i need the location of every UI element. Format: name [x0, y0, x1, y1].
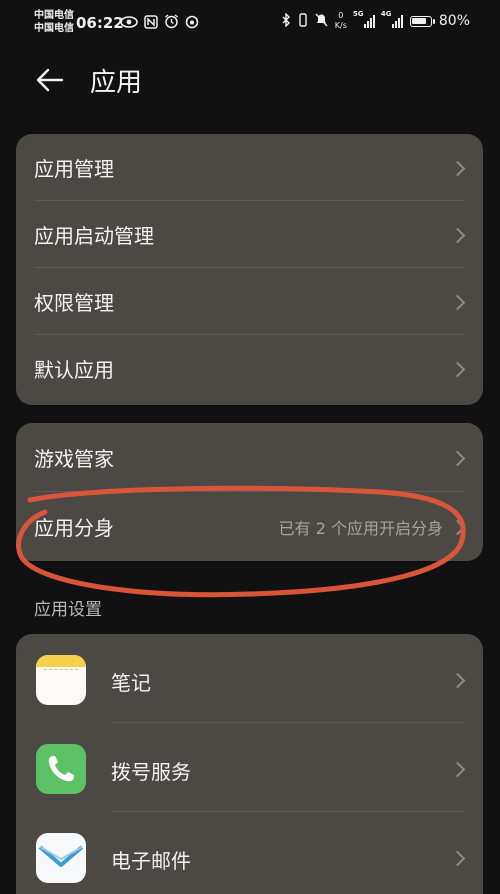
game-and-twin-card: 游戏管家 应用分身 已有 2 个应用开启分身 [16, 423, 483, 561]
app-item-label: 笔记 [111, 671, 151, 695]
clock: 06:22 [76, 14, 124, 32]
menu-item-app-management[interactable]: 应用管理 [16, 134, 483, 201]
battery-percent: 80% [438, 13, 470, 29]
carrier-1: 中国电信 [34, 10, 74, 21]
carrier-info: 中国电信 中国电信 [34, 9, 74, 35]
menu-item-label: 应用管理 [34, 157, 114, 181]
notes-app-icon [36, 655, 86, 705]
menu-item-label: 应用启动管理 [34, 224, 154, 248]
app-management-card: 应用管理 应用启动管理 权限管理 默认应用 [16, 134, 483, 405]
network-speed-unit: K/s [334, 21, 347, 30]
app-item-notes[interactable]: 笔记 [16, 634, 483, 723]
chevron-right-icon [449, 227, 466, 243]
phone-app-icon [36, 744, 86, 794]
signal-4g-label: 4G [380, 10, 392, 18]
app-item-email[interactable]: 电子邮件 [16, 812, 483, 894]
music-app-icon [185, 15, 199, 33]
chevron-right-icon [449, 519, 466, 535]
signal-5g-icon: 5G [353, 10, 375, 28]
app-item-label: 电子邮件 [111, 849, 191, 873]
eye-icon [120, 15, 138, 32]
chevron-right-icon [449, 450, 466, 466]
page-title: 应用 [90, 68, 143, 98]
menu-item-label: 游戏管家 [34, 447, 114, 471]
app-twin-status: 已有 2 个应用开启分身 [278, 518, 443, 538]
notification-icons [120, 14, 199, 33]
status-bar: 中国电信 中国电信 06:22 0 K/s 5G 4G 80% [0, 0, 500, 46]
back-button[interactable] [34, 64, 66, 96]
battery-icon [409, 15, 435, 27]
network-speed-value: 0 [338, 11, 344, 20]
mute-bell-icon [315, 13, 328, 30]
back-arrow-icon [36, 68, 64, 92]
battery-level [412, 18, 426, 24]
menu-item-game-manager[interactable]: 游戏管家 [16, 423, 483, 492]
menu-item-app-launch-management[interactable]: 应用启动管理 [16, 201, 483, 268]
chevron-right-icon [449, 160, 466, 176]
alarm-icon [164, 14, 179, 33]
chevron-right-icon [449, 294, 466, 310]
header: 应用 [0, 52, 500, 108]
chevron-right-icon [449, 361, 466, 377]
system-icons: 0 K/s 5G 4G 80% [282, 10, 470, 31]
app-item-label: 拨号服务 [111, 760, 191, 784]
menu-item-default-apps[interactable]: 默认应用 [16, 335, 483, 402]
menu-item-label: 应用分身 [34, 516, 114, 540]
menu-item-label: 默认应用 [34, 358, 114, 382]
bluetooth-icon [282, 11, 291, 30]
vibrate-icon [298, 12, 308, 30]
app-item-dialer[interactable]: 拨号服务 [16, 723, 483, 812]
chevron-right-icon [449, 761, 466, 778]
network-speed: 0 K/s [335, 11, 347, 31]
mail-app-icon [36, 833, 86, 883]
signal-5g-label: 5G [352, 10, 364, 18]
signal-4g-icon: 4G [381, 10, 403, 28]
nfc-icon [144, 14, 158, 33]
section-title-app-settings: 应用设置 [34, 600, 102, 620]
menu-item-label: 权限管理 [34, 291, 114, 315]
chevron-right-icon [449, 850, 466, 867]
menu-item-permission-management[interactable]: 权限管理 [16, 268, 483, 335]
chevron-right-icon [449, 672, 466, 689]
menu-item-app-twin[interactable]: 应用分身 已有 2 个应用开启分身 [16, 492, 483, 561]
app-settings-card: 笔记 拨号服务 电子邮件 [16, 634, 483, 894]
carrier-2: 中国电信 [34, 23, 74, 34]
